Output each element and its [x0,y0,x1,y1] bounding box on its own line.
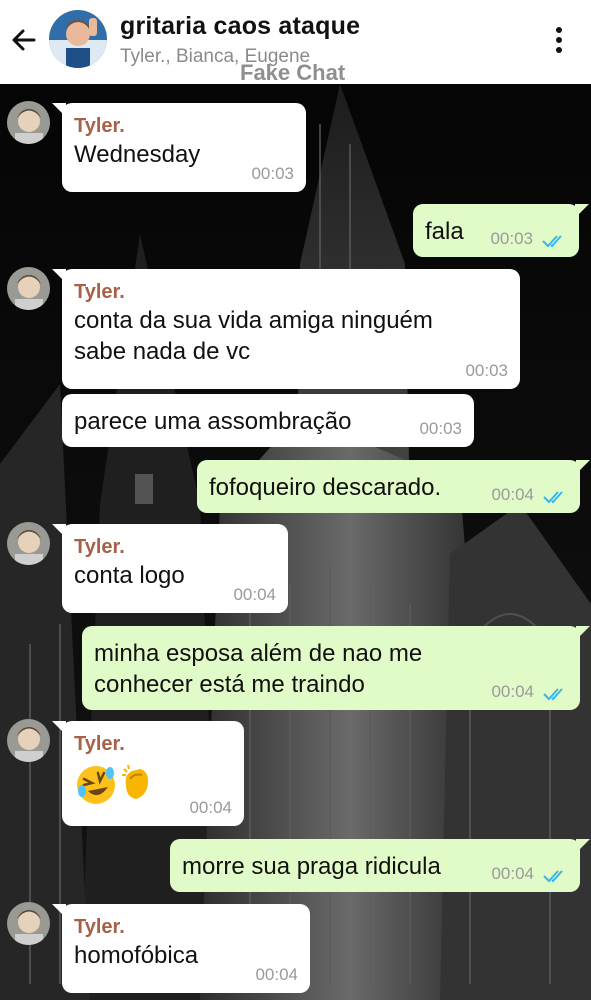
group-avatar[interactable] [49,10,107,68]
double-check-icon [543,688,563,701]
message-bubble-outgoing[interactable]: morre sua praga ridicula 00:04 [170,839,590,892]
message-text: parece uma assombração [74,408,352,435]
bubble-tail [576,839,590,853]
tyler-avatar[interactable] [7,522,50,565]
bubble-tail [576,626,590,640]
arrow-left-icon[interactable] [8,24,40,56]
rolling-on-floor-laughing-emoji [77,766,115,804]
bubble-tail [52,904,66,918]
sender-name[interactable]: Tyler. [74,115,292,139]
sender-name[interactable]: Tyler. [74,916,296,940]
message-time: 00:04 [189,798,232,817]
message-bubble-outgoing[interactable]: minha esposa além de nao me conhecer est… [82,626,590,710]
message-time: 00:04 [491,864,534,883]
message-time: 00:04 [491,485,534,504]
clapping-hands-emoji [122,764,148,799]
bubble-tail [52,524,66,538]
message-bubble-incoming[interactable]: Tyler. conta da sua vida amiga ninguém s… [52,269,520,389]
watermark: Fake Chat [240,60,346,85]
message-time: 00:03 [419,419,462,438]
bubble-tail [52,103,66,117]
tyler-avatar[interactable] [7,719,50,762]
message-bubble-outgoing[interactable]: fofoqueiro descarado. 00:04 [197,460,590,513]
message-text: conta da sua vida amiga ninguém sabe nad… [74,307,433,365]
message-bubble-incoming[interactable]: Tyler. Wednesday 00:03 [52,103,306,192]
message-time: 00:03 [251,164,294,183]
message-time: 00:04 [491,682,534,701]
sender-name[interactable]: Tyler. [74,536,274,560]
message-bubble-incoming[interactable]: parece uma assombração 00:03 [62,394,474,447]
double-check-icon [543,491,563,504]
sender-name[interactable]: Tyler. [74,281,506,305]
message-time: 00:04 [233,585,276,604]
double-check-icon [542,235,562,248]
chat-title[interactable]: gritaria caos ataque [120,12,360,41]
chat-header: gritaria caos ataque Tyler., Bianca, Eug… [0,0,591,85]
tyler-avatar[interactable] [7,902,50,945]
message-bubble-outgoing[interactable]: fala 00:03 [413,204,589,257]
message-time: 00:03 [490,229,533,248]
message-time: 00:04 [255,965,298,984]
bubble-tail [575,204,589,218]
message-bubble-incoming[interactable]: Tyler. conta logo 00:04 [52,524,288,613]
message-time: 00:03 [465,361,508,380]
tyler-avatar[interactable] [7,267,50,310]
message-bubble-incoming[interactable]: Tyler. homofóbica 00:04 [52,904,310,993]
bubble-tail [52,721,66,735]
bubble-tail [576,460,590,474]
double-check-icon [543,870,563,883]
sender-name[interactable]: Tyler. [74,733,230,757]
message-bubble-incoming[interactable]: Tyler. 00:04 [52,721,244,826]
tyler-avatar[interactable] [7,101,50,144]
bubble-tail [52,269,66,283]
more-vertical-icon[interactable] [548,24,570,56]
